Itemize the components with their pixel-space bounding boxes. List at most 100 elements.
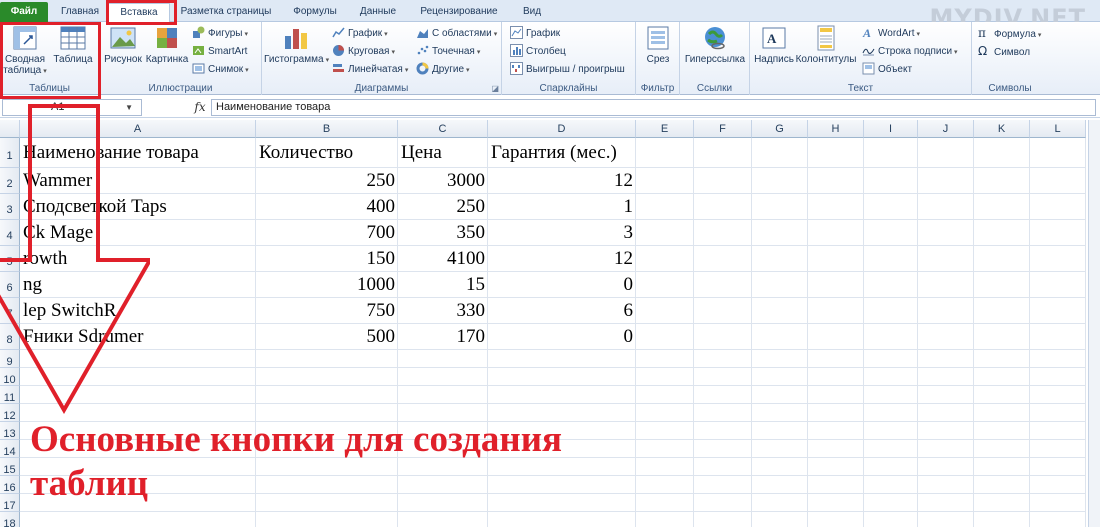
cell[interactable] <box>918 168 974 194</box>
cell[interactable] <box>636 512 694 527</box>
column-header-d[interactable]: D <box>488 120 636 138</box>
cell[interactable] <box>694 404 752 422</box>
cell[interactable] <box>398 350 488 368</box>
cell[interactable] <box>808 404 864 422</box>
cell[interactable] <box>752 386 808 404</box>
cell[interactable] <box>1030 220 1086 246</box>
header-cell[interactable]: Цена <box>398 138 488 168</box>
header-footer-button[interactable]: Колонтитулы <box>794 24 858 65</box>
cell[interactable] <box>752 440 808 458</box>
cell[interactable] <box>974 350 1030 368</box>
value-cell[interactable]: 400 <box>256 194 398 220</box>
cell[interactable] <box>918 476 974 494</box>
cell[interactable] <box>808 298 864 324</box>
value-cell[interactable]: 4100 <box>398 246 488 272</box>
cell[interactable] <box>918 368 974 386</box>
formula-input[interactable]: Наименование товара <box>211 99 1096 116</box>
cell[interactable] <box>488 350 636 368</box>
cell[interactable] <box>974 458 1030 476</box>
cell[interactable] <box>752 168 808 194</box>
row-header-17[interactable]: 17 <box>0 494 20 512</box>
vertical-scrollbar[interactable] <box>1088 120 1100 527</box>
cell[interactable] <box>752 512 808 527</box>
cell[interactable] <box>636 246 694 272</box>
cell[interactable] <box>808 220 864 246</box>
tab-home[interactable]: Главная <box>52 3 108 22</box>
scatter-chart-button[interactable]: Точечная ▾ <box>416 43 480 60</box>
cell[interactable] <box>864 512 918 527</box>
cell[interactable] <box>1030 386 1086 404</box>
clipart-button[interactable]: Картинка <box>144 24 190 65</box>
cell[interactable] <box>974 404 1030 422</box>
insert-function-icon[interactable]: fx <box>190 99 210 116</box>
cell[interactable] <box>864 494 918 512</box>
value-cell[interactable]: 250 <box>256 168 398 194</box>
cell[interactable] <box>1030 494 1086 512</box>
hyperlink-button[interactable]: Гиперссылка <box>682 24 748 65</box>
value-cell[interactable]: 170 <box>398 324 488 350</box>
cell[interactable] <box>864 368 918 386</box>
column-header-c[interactable]: C <box>398 120 488 138</box>
cell[interactable] <box>918 386 974 404</box>
cell[interactable] <box>974 298 1030 324</box>
cell[interactable] <box>864 298 918 324</box>
cell[interactable] <box>974 368 1030 386</box>
header-cell[interactable]: Гарантия (мес.) <box>488 138 636 168</box>
cell[interactable] <box>256 386 398 404</box>
cell[interactable] <box>864 350 918 368</box>
pie-chart-button[interactable]: Круговая ▾ <box>332 43 395 60</box>
cell[interactable] <box>256 368 398 386</box>
cell[interactable] <box>974 440 1030 458</box>
cell[interactable] <box>752 194 808 220</box>
cell[interactable] <box>20 512 256 527</box>
cell[interactable] <box>752 272 808 298</box>
cell[interactable] <box>752 246 808 272</box>
cell[interactable] <box>1030 272 1086 298</box>
cell[interactable] <box>918 440 974 458</box>
line-chart-button[interactable]: График ▾ <box>332 25 388 42</box>
cell[interactable] <box>808 324 864 350</box>
cell[interactable] <box>636 220 694 246</box>
cell[interactable] <box>694 494 752 512</box>
cell[interactable] <box>918 298 974 324</box>
row-header-15[interactable]: 15 <box>0 458 20 476</box>
cell[interactable] <box>694 476 752 494</box>
column-header-l[interactable]: L <box>1030 120 1086 138</box>
cell[interactable] <box>1030 476 1086 494</box>
cell[interactable] <box>752 368 808 386</box>
cell[interactable] <box>864 324 918 350</box>
cell[interactable] <box>636 194 694 220</box>
value-cell[interactable]: 15 <box>398 272 488 298</box>
cell[interactable] <box>864 440 918 458</box>
cell[interactable] <box>864 246 918 272</box>
dialog-launcher-icon[interactable]: ◪ <box>491 84 499 93</box>
cell[interactable] <box>694 368 752 386</box>
cell[interactable] <box>752 494 808 512</box>
value-cell[interactable]: 0 <box>488 324 636 350</box>
cell[interactable] <box>636 272 694 298</box>
cell[interactable] <box>808 494 864 512</box>
cell[interactable] <box>974 246 1030 272</box>
cell[interactable] <box>918 138 974 168</box>
cell[interactable] <box>1030 440 1086 458</box>
cell[interactable] <box>974 168 1030 194</box>
value-cell[interactable]: 6 <box>488 298 636 324</box>
row-header-18[interactable]: 18 <box>0 512 20 527</box>
cell[interactable] <box>864 194 918 220</box>
cell[interactable] <box>1030 246 1086 272</box>
cell[interactable] <box>974 324 1030 350</box>
cell[interactable] <box>636 368 694 386</box>
cell[interactable] <box>864 404 918 422</box>
cell[interactable] <box>636 386 694 404</box>
cell[interactable] <box>752 220 808 246</box>
cell[interactable] <box>918 350 974 368</box>
cell[interactable] <box>808 422 864 440</box>
cell[interactable] <box>636 324 694 350</box>
smartart-button[interactable]: SmartArt <box>192 43 247 60</box>
cell[interactable] <box>694 458 752 476</box>
cell[interactable] <box>918 220 974 246</box>
cell[interactable] <box>918 324 974 350</box>
cell[interactable] <box>808 168 864 194</box>
value-cell[interactable]: 1000 <box>256 272 398 298</box>
value-cell[interactable]: 700 <box>256 220 398 246</box>
